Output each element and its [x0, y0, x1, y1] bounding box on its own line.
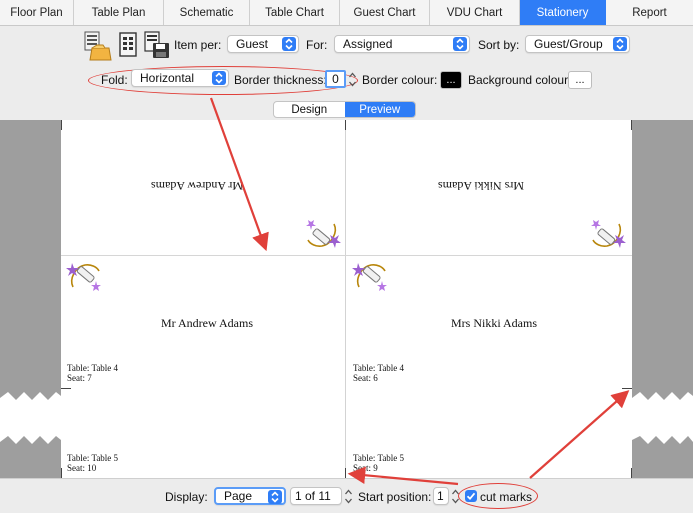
tab-guest-chart[interactable]: Guest Chart — [340, 0, 430, 25]
tab-label: VDU Chart — [446, 6, 503, 19]
tab-label: Report — [632, 6, 667, 19]
page-field[interactable]: 1 of 11 — [290, 487, 342, 505]
wedding-favour-icon — [351, 259, 391, 295]
design-tab[interactable]: Design — [274, 102, 345, 117]
fold-toolbar: Fold: Horizontal Border thickness: 0 Bor… — [0, 64, 693, 96]
tab-label: Schematic — [179, 6, 234, 19]
cut-marks-label: cut marks — [480, 490, 533, 504]
cut-mark — [61, 468, 62, 478]
start-position-field[interactable]: 1 — [433, 487, 449, 505]
chevron-updown-icon — [212, 71, 226, 85]
tab-table-plan[interactable]: Table Plan — [74, 0, 164, 25]
display-select[interactable]: Page — [214, 487, 286, 505]
fold-label: Fold: — [101, 73, 128, 87]
page-stepper[interactable] — [344, 488, 353, 505]
border-thickness-field[interactable]: 0 — [325, 70, 346, 88]
stationery-save-icon[interactable] — [143, 31, 171, 59]
stationery-page-icon[interactable] — [117, 32, 139, 58]
border-thickness-stepper[interactable] — [348, 71, 357, 88]
display-value: Page — [224, 489, 253, 503]
sort-by-label: Sort by: — [478, 38, 520, 52]
stationery-toolbar: Item per: Guest For: Assigned Sort by: G… — [0, 26, 693, 64]
wedding-favour-icon — [587, 216, 627, 252]
card-name-upside-down: Mrs Nikki Adams — [438, 179, 525, 193]
cut-mark — [622, 388, 632, 389]
tab-label: Table Plan — [91, 6, 146, 19]
preview-area[interactable]: Mr Andrew Adams Mrs Nikki Adams Mr Andre… — [0, 120, 693, 478]
cut-mark — [345, 120, 346, 130]
fold-value: Horizontal — [140, 71, 195, 85]
chevron-updown-icon — [268, 490, 282, 504]
item-per-select[interactable]: Guest — [227, 35, 299, 53]
tab-floor-plan[interactable]: Floor Plan — [0, 0, 74, 25]
chevron-updown-icon — [613, 37, 627, 51]
tab-report[interactable]: Report — [606, 0, 693, 25]
background-colour-label: Background colour: — [468, 73, 572, 87]
wedding-favour-icon — [302, 216, 342, 252]
cut-marks-checkbox[interactable] — [465, 490, 477, 502]
card-table: Table: Table 5 — [353, 453, 405, 463]
card-name: Mrs Nikki Adams — [451, 316, 538, 330]
stationery-cards-icon[interactable] — [83, 30, 113, 62]
start-position-label: Start position: — [358, 490, 432, 504]
display-label: Display: — [165, 490, 208, 504]
for-select[interactable]: Assigned — [334, 35, 470, 53]
tab-vdu-chart[interactable]: VDU Chart — [430, 0, 520, 25]
fold-line-horizontal — [61, 255, 632, 256]
background-colour-button[interactable]: ... — [568, 71, 592, 89]
card-seat: Seat: 6 — [353, 373, 378, 383]
sort-by-select[interactable]: Guest/Group — [525, 35, 630, 53]
card-name-upside-down: Mr Andrew Adams — [151, 179, 243, 193]
border-colour-button[interactable]: ... — [440, 71, 462, 89]
preview-tab[interactable]: Preview — [344, 102, 415, 117]
for-label: For: — [306, 38, 328, 52]
display-bar: Display: Page 1 of 11 Start position: 1 … — [0, 478, 693, 513]
tab-table-chart[interactable]: Table Chart — [250, 0, 340, 25]
page-value: 1 of 11 — [295, 489, 331, 503]
tab-schematic[interactable]: Schematic — [164, 0, 250, 25]
item-per-label: Item per: — [174, 38, 222, 52]
card-name: Mr Andrew Adams — [161, 316, 253, 330]
tab-label: Floor Plan — [10, 6, 63, 19]
tab-stationery[interactable]: Stationery — [520, 0, 606, 25]
card-table: Table: Table 4 — [353, 363, 405, 373]
border-thickness-label: Border thickness: — [234, 73, 327, 87]
card-seat: Seat: 7 — [67, 373, 92, 383]
tab-label: Stationery — [536, 6, 589, 19]
cut-mark — [631, 120, 632, 130]
tab-label: Table Chart — [265, 6, 324, 19]
card-seat: Seat: 9 — [353, 463, 378, 473]
border-colour-label: Border colour: — [362, 73, 438, 87]
sort-by-value: Guest/Group — [534, 37, 603, 51]
chevron-updown-icon — [282, 37, 296, 51]
tab-bar: Floor Plan Table Plan Schematic Table Ch… — [0, 0, 693, 26]
item-per-value: Guest — [236, 37, 269, 51]
wedding-favour-icon — [65, 259, 105, 295]
for-value: Assigned — [343, 37, 393, 51]
fold-select[interactable]: Horizontal — [131, 69, 229, 87]
card-table: Table: Table 5 — [67, 453, 119, 463]
tab-label: Guest Chart — [353, 6, 416, 19]
page-break-zigzag — [0, 390, 693, 444]
start-position-value: 1 — [437, 489, 444, 503]
cut-mark — [631, 468, 632, 478]
card-table: Table: Table 4 — [67, 363, 119, 373]
cut-mark — [61, 120, 62, 130]
card-seat: Seat: 10 — [67, 463, 97, 473]
chevron-updown-icon — [453, 37, 467, 51]
cut-mark — [345, 468, 346, 478]
view-mode-segmented: Design Preview — [273, 101, 416, 118]
cut-mark — [61, 388, 71, 389]
